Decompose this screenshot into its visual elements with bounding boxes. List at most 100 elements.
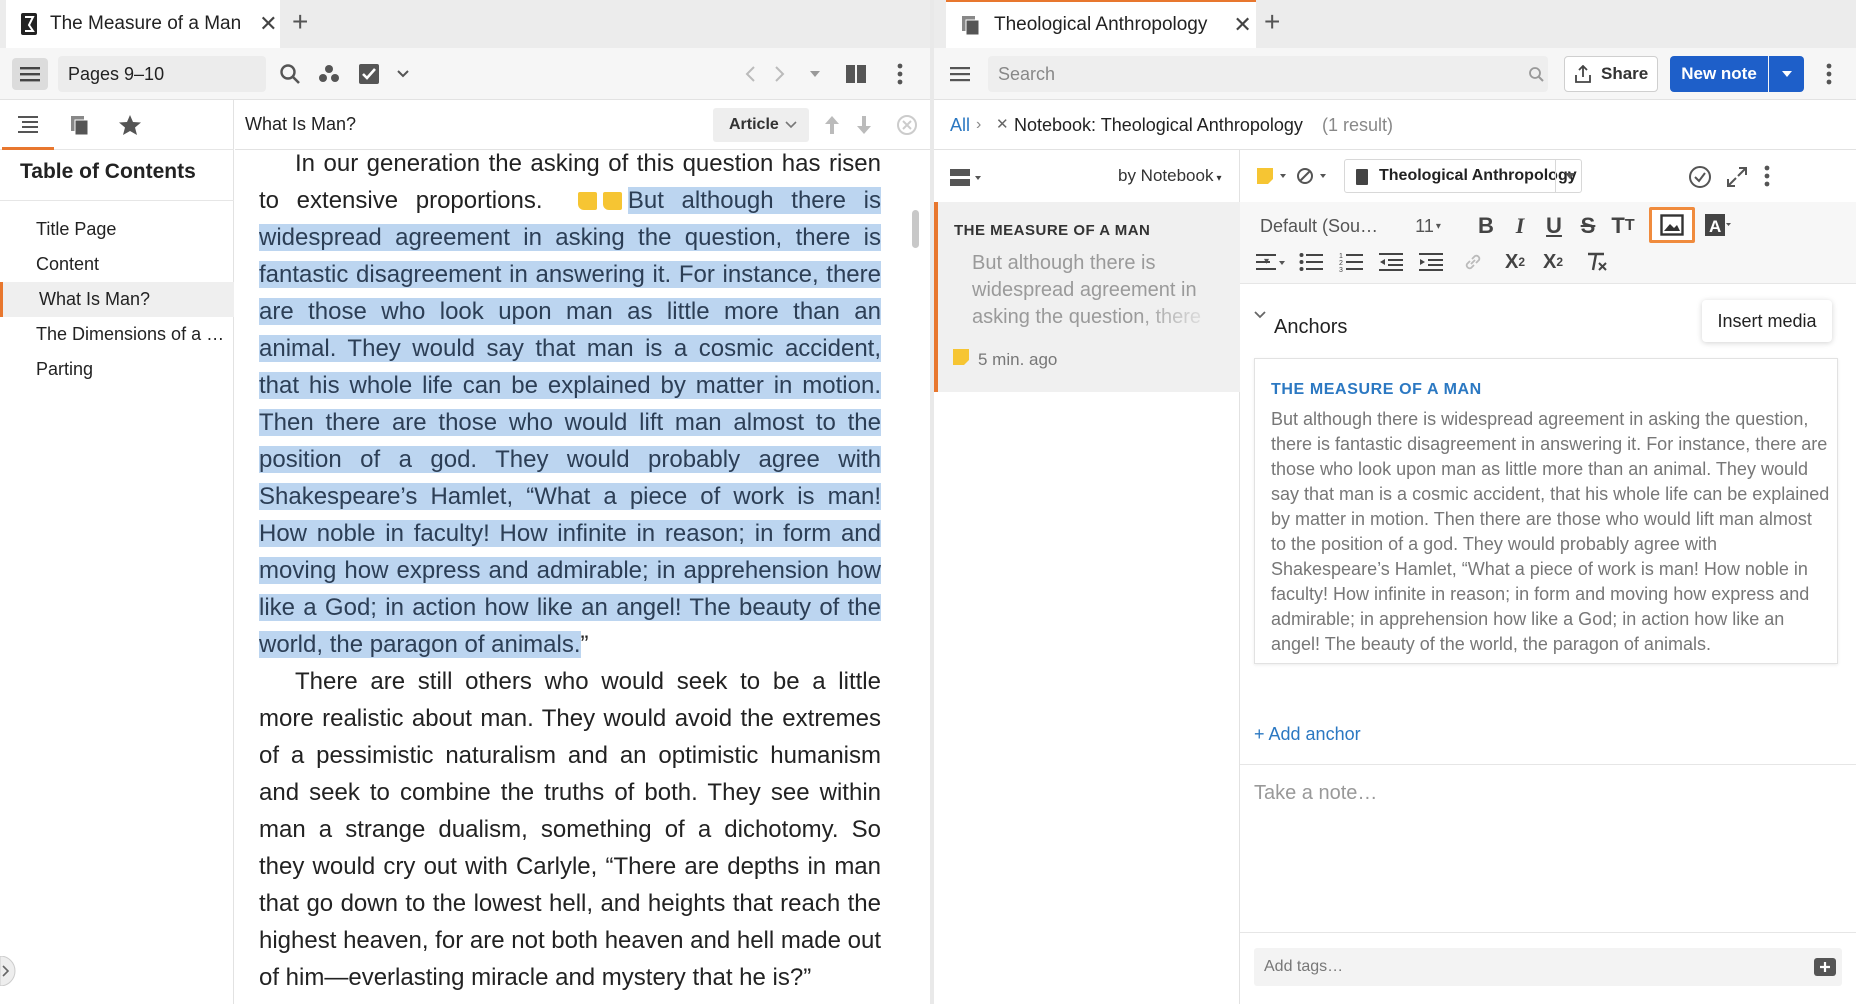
tags-input[interactable]: Add tags… xyxy=(1254,948,1842,986)
note-body-input[interactable]: Take a note… xyxy=(1254,782,1377,805)
list-view-icon[interactable] xyxy=(950,168,984,188)
outdent-icon[interactable] xyxy=(1374,246,1408,278)
chevron-down-icon[interactable] xyxy=(389,60,417,88)
expand-icon[interactable] xyxy=(1726,166,1748,188)
reader-content: In our generation the asking of this que… xyxy=(235,150,915,1004)
note-card-timestamp: 5 min. ago xyxy=(978,350,1058,369)
italic-icon[interactable]: I xyxy=(1504,210,1536,242)
numbered-list-icon[interactable]: 123 xyxy=(1334,246,1368,278)
notes-icon xyxy=(960,14,982,36)
link-icon[interactable] xyxy=(1456,246,1490,278)
anchors-heading[interactable]: Anchors xyxy=(1274,316,1347,339)
editor-divider xyxy=(1240,764,1856,765)
arrow-up-icon[interactable] xyxy=(823,114,841,136)
notes-toolbar: Search Share New note xyxy=(934,48,1856,100)
menu-icon[interactable] xyxy=(950,66,970,82)
text-case-icon[interactable]: TT xyxy=(1604,210,1642,242)
close-tab-icon[interactable]: ✕ xyxy=(1233,12,1251,38)
more-options-icon[interactable] xyxy=(1764,165,1770,187)
more-options-icon[interactable] xyxy=(886,60,914,88)
indent-icon[interactable] xyxy=(1414,246,1448,278)
back-arrow-icon[interactable] xyxy=(736,60,764,88)
notebook-select[interactable]: Theological Anthropology xyxy=(1344,159,1582,193)
bold-icon[interactable]: B xyxy=(1470,210,1502,242)
arrow-down-icon[interactable] xyxy=(855,114,873,136)
reader-window: The Measure of a Man ✕ + Pages 9–10 Tabl… xyxy=(0,0,930,1004)
closing-quote: ” xyxy=(580,631,589,658)
note-marker-icon[interactable] xyxy=(602,192,622,210)
new-note-dropdown[interactable] xyxy=(1769,56,1804,92)
history-dropdown-icon[interactable] xyxy=(801,60,829,88)
toc-item-what-is-man[interactable]: What Is Man? xyxy=(0,282,234,317)
note-style-dropdown[interactable] xyxy=(1256,167,1290,185)
book-tab-title: The Measure of a Man xyxy=(50,13,242,34)
new-note-button[interactable]: New note xyxy=(1670,56,1768,92)
remove-filter-icon[interactable]: ✕ xyxy=(996,115,1009,133)
clear-circle-icon[interactable] xyxy=(897,115,917,135)
notebook-select-label: Theological Anthropology xyxy=(1379,167,1577,184)
breadcrumb-all[interactable]: All xyxy=(950,115,970,136)
highlight-color-icon[interactable]: A xyxy=(1698,210,1738,242)
note-marker-icon xyxy=(952,348,970,366)
page-location-field[interactable]: Pages 9–10 xyxy=(58,56,266,92)
search-icon[interactable] xyxy=(276,60,304,88)
close-tab-icon[interactable]: ✕ xyxy=(259,11,277,37)
reader-header: What Is Man? Article xyxy=(235,100,930,150)
book-tab[interactable]: The Measure of a Man ✕ xyxy=(6,0,280,48)
search-icon[interactable] xyxy=(1528,66,1544,82)
tab-bookmarks[interactable] xyxy=(104,100,156,150)
checklist-icon[interactable] xyxy=(355,60,383,88)
add-tag-icon[interactable] xyxy=(1814,958,1836,976)
note-marker-icon[interactable] xyxy=(577,192,597,210)
anchor-card[interactable]: THE MEASURE OF A MAN But although there … xyxy=(1254,358,1838,664)
more-options-icon[interactable] xyxy=(1826,63,1832,85)
view-mode-dropdown[interactable]: Article xyxy=(713,108,809,142)
reader-scrollbar-thumb[interactable] xyxy=(912,210,919,248)
notes-search-input[interactable]: Search xyxy=(988,56,1548,92)
clear-format-icon[interactable] xyxy=(1580,246,1614,278)
tab-notes[interactable] xyxy=(54,100,106,150)
add-anchor-link[interactable]: + Add anchor xyxy=(1254,724,1361,745)
font-size-select[interactable]: 11 ▾ xyxy=(1408,210,1448,242)
strikethrough-icon[interactable]: S xyxy=(1572,210,1604,242)
forward-arrow-icon[interactable] xyxy=(766,60,794,88)
chevron-down-icon: ▾ xyxy=(1216,173,1222,184)
no-style-dropdown[interactable] xyxy=(1296,167,1336,185)
bullet-list-icon[interactable] xyxy=(1294,246,1328,278)
new-tab-icon[interactable]: + xyxy=(1264,8,1280,36)
svg-text:3: 3 xyxy=(1339,267,1343,272)
check-circle-icon[interactable] xyxy=(1688,165,1712,189)
toc-item-content[interactable]: Content xyxy=(0,247,234,282)
note-card[interactable]: THE MEASURE OF A MAN But although there … xyxy=(934,202,1240,392)
toc-item-dimensions[interactable]: The Dimensions of a Complete Life xyxy=(0,317,234,352)
insert-media-button[interactable] xyxy=(1649,207,1695,243)
underline-icon[interactable]: U xyxy=(1538,210,1570,242)
toc-item-title-page[interactable]: Title Page xyxy=(0,212,234,247)
sidebar-expand-icon[interactable] xyxy=(0,956,16,986)
book-icon xyxy=(20,12,38,36)
people-icon[interactable] xyxy=(315,60,343,88)
align-icon[interactable] xyxy=(1252,246,1290,278)
anchor-source-title[interactable]: THE MEASURE OF A MAN xyxy=(1271,381,1482,399)
notebook-tab[interactable]: Theological Anthropology ✕ xyxy=(946,0,1256,48)
split-view-icon[interactable] xyxy=(842,60,870,88)
reader-toolbar: Pages 9–10 xyxy=(0,48,930,100)
tab-table-of-contents[interactable] xyxy=(2,100,54,150)
share-label: Share xyxy=(1601,64,1649,83)
collapse-chevron-icon[interactable] xyxy=(1254,310,1266,320)
font-family-select[interactable]: Default (Sou…▾ xyxy=(1252,210,1384,267)
editor-divider xyxy=(1240,932,1856,933)
share-button[interactable]: Share xyxy=(1564,56,1658,92)
anchor-text: But although there is widespread agreeme… xyxy=(1271,409,1830,654)
chevron-down-icon xyxy=(1555,160,1583,192)
new-tab-icon[interactable]: + xyxy=(292,8,308,36)
superscript-icon[interactable]: X2 xyxy=(1536,246,1570,278)
subscript-icon[interactable]: X2 xyxy=(1498,246,1532,278)
sort-dropdown[interactable]: by Notebook ▾ xyxy=(1118,166,1221,186)
highlighted-passage[interactable]: But although there is widespread agreeme… xyxy=(259,187,881,658)
share-icon xyxy=(1575,65,1591,83)
excerpt-fade xyxy=(1138,306,1218,336)
toc-item-parting[interactable]: Parting xyxy=(0,352,234,387)
menu-button[interactable] xyxy=(12,58,48,90)
chevron-right-icon: › xyxy=(976,116,982,133)
